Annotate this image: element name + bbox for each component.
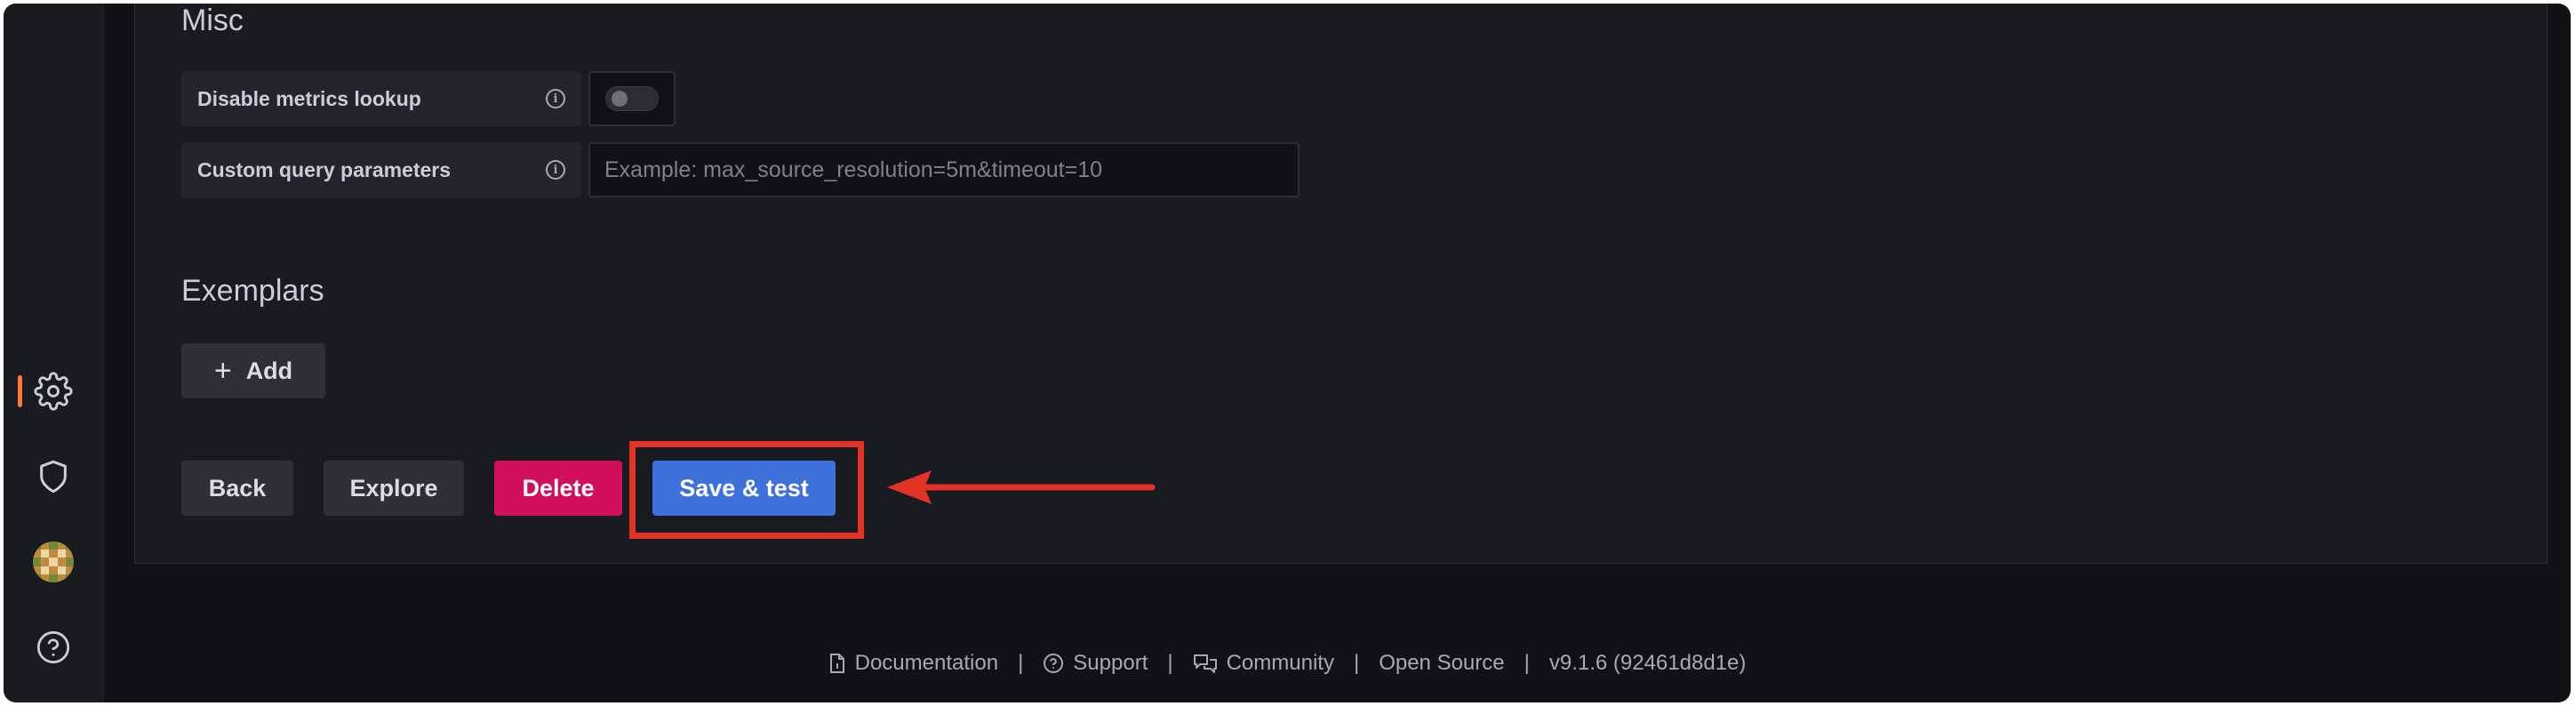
active-indicator bbox=[18, 375, 22, 407]
sidebar-item-configuration[interactable] bbox=[4, 363, 103, 420]
info-icon[interactable]: i bbox=[546, 89, 565, 108]
shield-icon bbox=[36, 459, 71, 494]
gear-icon bbox=[34, 372, 73, 411]
open-source-link[interactable]: Open Source bbox=[1379, 651, 1504, 676]
documentation-link[interactable]: Documentation bbox=[828, 651, 998, 676]
document-icon bbox=[829, 654, 844, 673]
back-button[interactable]: Back bbox=[181, 461, 293, 516]
settings-panel: Misc Disable metrics lookup i Custom que… bbox=[134, 4, 2548, 564]
disable-metrics-lookup-toggle[interactable] bbox=[605, 86, 659, 111]
avatar bbox=[33, 542, 74, 582]
sidebar-item-profile[interactable] bbox=[4, 534, 103, 590]
custom-query-parameters-row: Custom query parameters i bbox=[181, 142, 1300, 197]
community-label: Community bbox=[1226, 651, 1334, 675]
community-link[interactable]: Community bbox=[1193, 651, 1334, 676]
custom-query-parameters-label: Custom query parameters i bbox=[181, 142, 581, 197]
support-link[interactable]: Support bbox=[1043, 651, 1148, 676]
footer: Documentation | Support | Community | Op… bbox=[4, 646, 2571, 681]
open-source-label: Open Source bbox=[1379, 651, 1505, 675]
footer-separator: | bbox=[1524, 651, 1530, 675]
version-label: v9.1.6 (92461d8d1e) bbox=[1548, 651, 1747, 675]
sidebar bbox=[4, 4, 104, 702]
disable-metrics-lookup-label: Disable metrics lookup i bbox=[181, 71, 581, 126]
documentation-label: Documentation bbox=[854, 651, 999, 675]
toggle-knob bbox=[612, 91, 628, 107]
annotation-highlight-box bbox=[629, 441, 864, 539]
info-icon[interactable]: i bbox=[546, 160, 565, 180]
delete-button[interactable]: Delete bbox=[494, 461, 622, 516]
app-window: Misc Disable metrics lookup i Custom que… bbox=[4, 4, 2571, 702]
disable-metrics-lookup-toggle-container bbox=[588, 71, 676, 126]
add-exemplar-label: Add bbox=[245, 357, 293, 384]
custom-query-parameters-input[interactable] bbox=[588, 142, 1300, 197]
footer-separator: | bbox=[1353, 651, 1360, 675]
exemplars-section-title: Exemplars bbox=[181, 274, 324, 308]
plus-icon: + bbox=[213, 354, 232, 388]
support-label: Support bbox=[1073, 651, 1148, 675]
explore-button[interactable]: Explore bbox=[324, 461, 464, 516]
help-circle-icon bbox=[1044, 654, 1064, 673]
annotation-arrow bbox=[887, 470, 1156, 504]
comments-icon bbox=[1193, 654, 1217, 673]
sidebar-item-server-admin[interactable] bbox=[4, 448, 103, 505]
footer-separator: | bbox=[1167, 651, 1173, 675]
misc-section-title: Misc bbox=[181, 4, 244, 37]
footer-separator: | bbox=[1018, 651, 1024, 675]
disable-metrics-lookup-label-text: Disable metrics lookup bbox=[197, 86, 421, 110]
add-exemplar-button[interactable]: + Add bbox=[181, 343, 325, 398]
custom-query-parameters-label-text: Custom query parameters bbox=[197, 157, 452, 181]
disable-metrics-lookup-row: Disable metrics lookup i bbox=[181, 71, 676, 126]
